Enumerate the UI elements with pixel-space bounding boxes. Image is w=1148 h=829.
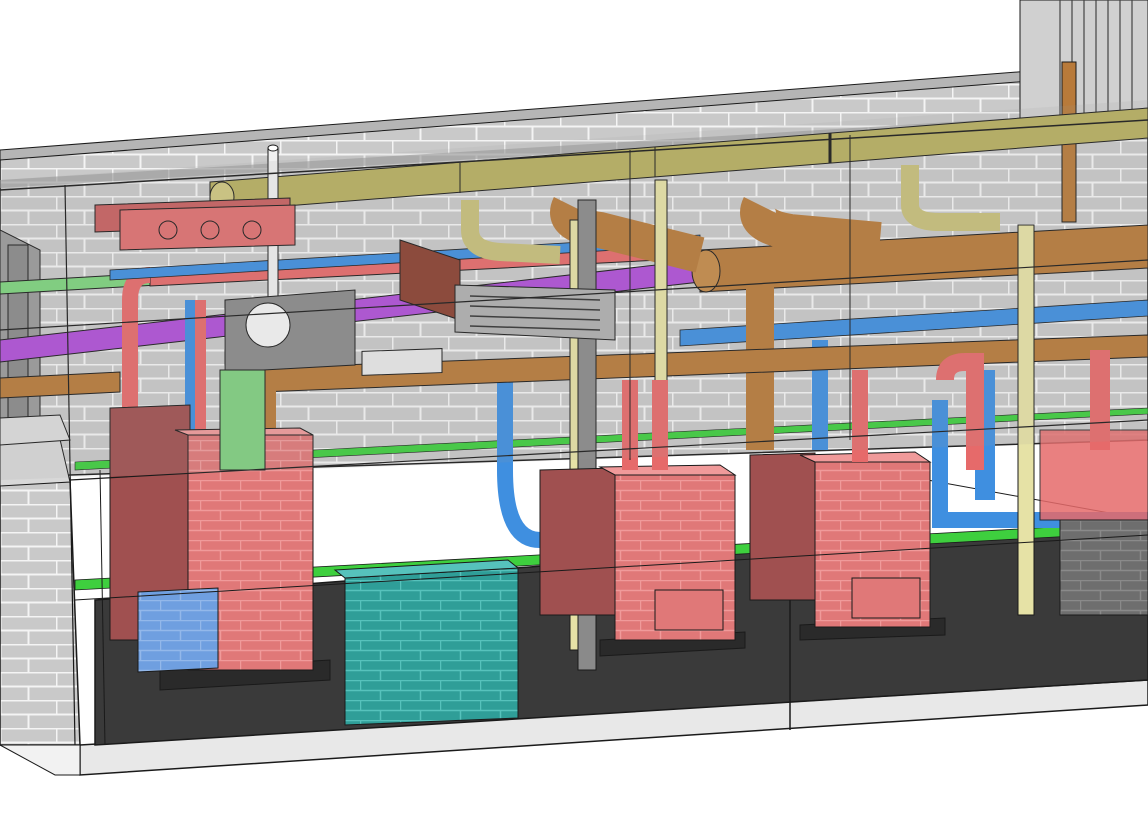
model-viewport[interactable] (0, 0, 1148, 829)
water-tank[interactable] (333, 559, 520, 726)
mechanical-room-3d-scene[interactable] (0, 0, 1148, 829)
electrical-panel[interactable] (137, 587, 219, 673)
